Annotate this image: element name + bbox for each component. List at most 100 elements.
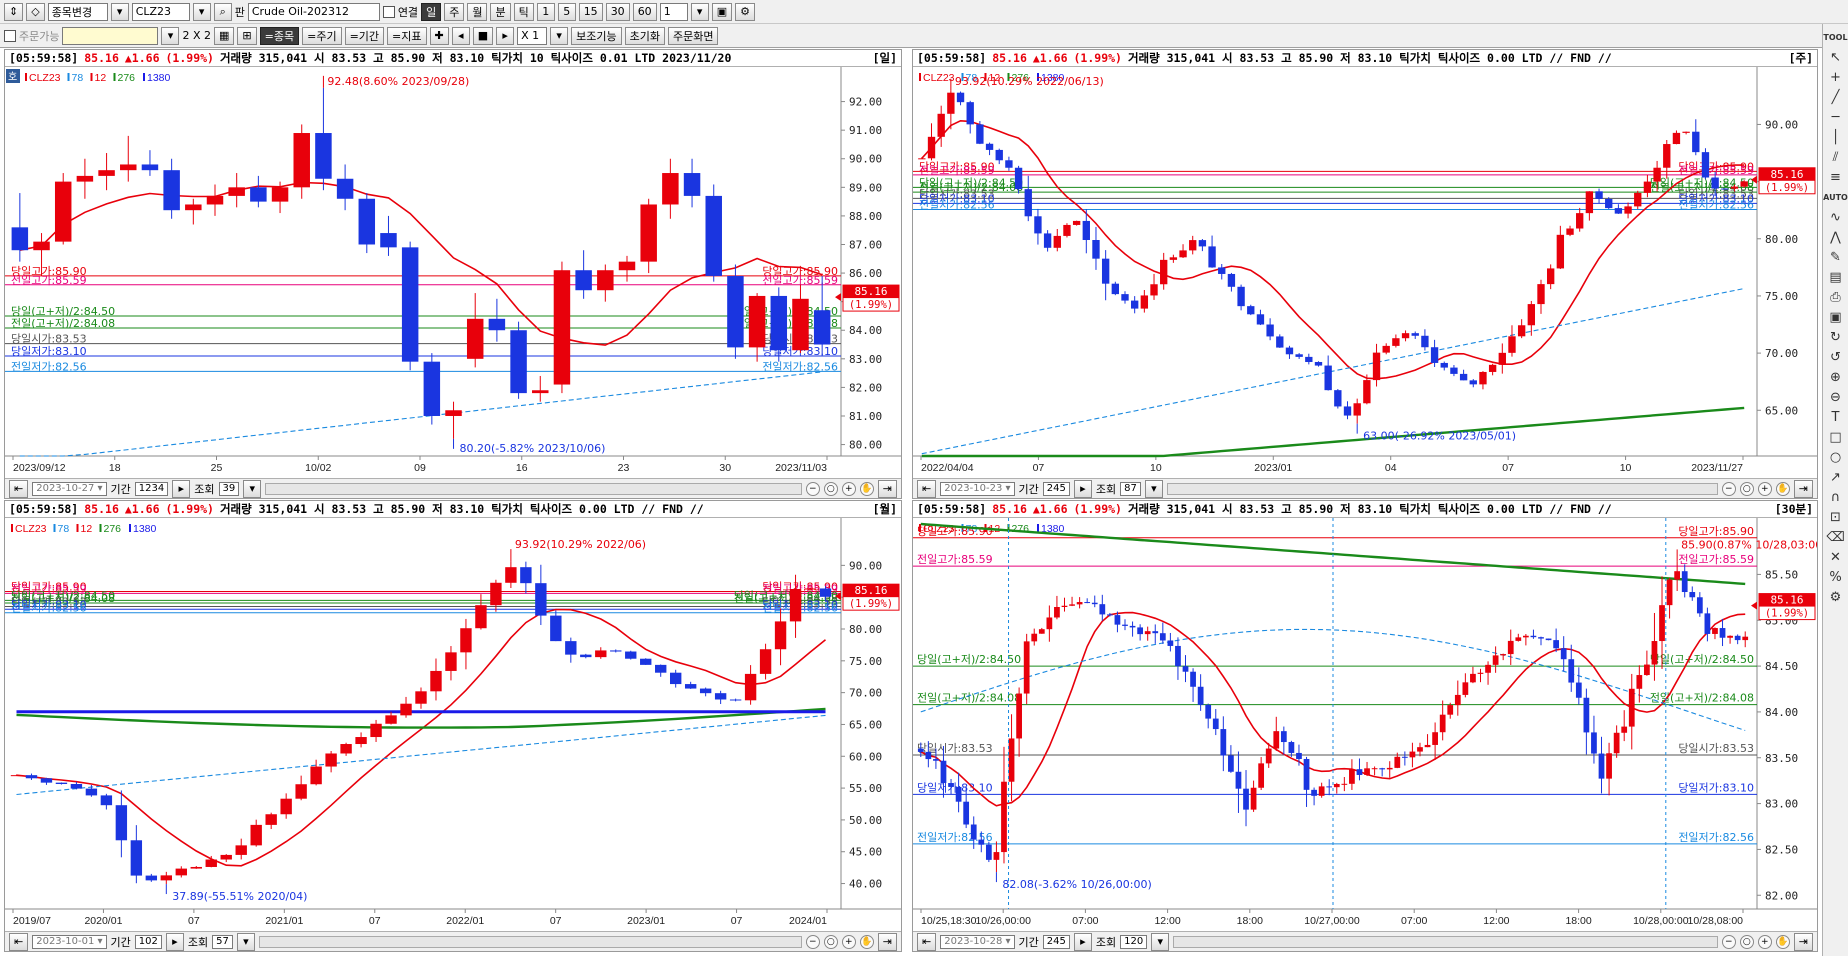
zoom-out-icon[interactable]: − bbox=[1721, 934, 1736, 949]
chart-icon[interactable]: ▤ bbox=[1827, 268, 1845, 286]
chart-area[interactable]: CLZ237812276138090.0085.0080.0075.0070.0… bbox=[913, 67, 1817, 478]
period-tick-button[interactable]: 틱 bbox=[513, 2, 534, 21]
date-select[interactable]: 2023-10-23 ▾ bbox=[940, 481, 1015, 496]
arrow-icon[interactable]: ↗ bbox=[1827, 468, 1845, 486]
mode-dropdown-icon[interactable]: ▾ bbox=[110, 2, 129, 21]
interval-60-button[interactable]: 60 bbox=[632, 2, 657, 21]
zoom-out-icon[interactable]: − bbox=[805, 481, 820, 496]
zoom-in-icon[interactable]: ⊕ bbox=[1827, 368, 1845, 386]
capture-icon[interactable]: ▣ bbox=[1827, 308, 1845, 326]
refresh-icon[interactable]: ↻ bbox=[1827, 328, 1845, 346]
horizontal-scrollbar[interactable] bbox=[265, 482, 802, 495]
zoom-in-icon[interactable]: + bbox=[1757, 934, 1772, 949]
view-dropdown-icon[interactable]: ▾ bbox=[1144, 479, 1163, 498]
interval-30-button[interactable]: 30 bbox=[605, 2, 630, 21]
reset-button[interactable]: 초기화 bbox=[624, 26, 665, 45]
chart-area[interactable]: 호 CLZ23 78 12 276 1380 92.00 91.00 90.00 89.00 88.… bbox=[5, 67, 901, 478]
period-minute-button[interactable]: 분 bbox=[490, 2, 511, 21]
vertical-line-icon[interactable]: │ bbox=[1827, 128, 1845, 146]
link-checkbox[interactable] bbox=[382, 5, 395, 18]
zoom-in-icon[interactable]: + bbox=[841, 481, 856, 496]
period-day-button[interactable]: 일 bbox=[421, 2, 442, 21]
date-select[interactable]: 2023-10-01 ▾ bbox=[32, 934, 107, 949]
hand-icon[interactable]: ✋ bbox=[859, 481, 874, 496]
period-count-input[interactable]: 102 bbox=[134, 934, 162, 949]
search-icon[interactable]: ⌕ bbox=[213, 2, 232, 21]
view-dropdown-icon[interactable]: ▾ bbox=[1151, 932, 1170, 951]
interval-input[interactable]: 1 bbox=[659, 2, 688, 21]
pencil-icon[interactable]: ✎ bbox=[1827, 248, 1845, 266]
layout-toggle-icon[interactable]: ⊞ bbox=[237, 26, 257, 45]
nav-arrows-button[interactable]: ⇕ bbox=[4, 2, 24, 21]
interval-15-button[interactable]: 15 bbox=[578, 2, 603, 21]
hand-icon[interactable]: ✋ bbox=[1775, 934, 1790, 949]
eraser-icon[interactable]: ⌫ bbox=[1826, 528, 1844, 546]
view-count-input[interactable]: 87 bbox=[1120, 481, 1141, 496]
account-dropdown-icon[interactable]: ▾ bbox=[161, 26, 180, 45]
scroll-left-icon[interactable]: ⇤ bbox=[917, 932, 937, 951]
scroll-left-icon[interactable]: ⇤ bbox=[917, 479, 937, 498]
lock-icon[interactable]: ⊡ bbox=[1827, 508, 1845, 526]
sync-cycle-button[interactable]: =주기 bbox=[302, 26, 342, 45]
horizontal-scrollbar[interactable] bbox=[1173, 935, 1718, 948]
multiplier-dropdown-icon[interactable]: ▾ bbox=[550, 26, 569, 45]
period-month-button[interactable]: 월 bbox=[467, 2, 488, 21]
delete-icon[interactable]: ✕ bbox=[1827, 548, 1845, 566]
query-icon[interactable]: ▸ bbox=[172, 479, 191, 498]
rectangle-icon[interactable]: □ bbox=[1827, 428, 1845, 446]
scroll-right-icon[interactable]: ⇥ bbox=[1793, 932, 1813, 951]
view-count-input[interactable]: 120 bbox=[1120, 934, 1148, 949]
reset-zoom-icon[interactable]: ○ bbox=[823, 934, 838, 949]
chart-area[interactable]: CLZ23 78 12 276 1380 85.50 85.00 84.50 84.00 83.5… bbox=[913, 518, 1817, 931]
date-select[interactable]: 2023-10-28 ▾ bbox=[940, 934, 1015, 949]
ellipse-icon[interactable]: ○ bbox=[1827, 448, 1845, 466]
sync-period-button[interactable]: =기간 bbox=[344, 26, 385, 45]
trendline-icon[interactable]: ╱ bbox=[1827, 88, 1845, 106]
date-select[interactable]: 2023-10-27 ▾ bbox=[32, 481, 107, 496]
hand-icon[interactable]: ✋ bbox=[1775, 481, 1790, 496]
scroll-right-icon[interactable]: ⇥ bbox=[877, 479, 897, 498]
settings-icon[interactable]: ⚙ bbox=[1827, 588, 1845, 606]
interval-1-button[interactable]: 1 bbox=[536, 2, 555, 21]
view-dropdown-icon[interactable]: ▾ bbox=[236, 932, 255, 951]
zoom-out-icon[interactable]: ⊖ bbox=[1827, 388, 1845, 406]
crosshair-icon[interactable]: + bbox=[1827, 68, 1845, 86]
order-checkbox[interactable] bbox=[4, 29, 16, 42]
cursor-icon[interactable]: ↖ bbox=[1827, 48, 1845, 66]
chart-svg[interactable]: CLZ237812276138090.0085.0080.0075.0070.0… bbox=[5, 518, 901, 931]
chart-area[interactable]: CLZ237812276138090.0085.0080.0075.0070.0… bbox=[5, 518, 901, 931]
auto-label[interactable]: AUTO bbox=[1823, 188, 1848, 206]
interval-5-button[interactable]: 5 bbox=[557, 2, 576, 21]
crosshair-icon[interactable]: ✚ bbox=[429, 26, 449, 45]
query-icon[interactable]: ▸ bbox=[1073, 932, 1092, 951]
order-screen-button[interactable]: 주문화면 bbox=[668, 26, 719, 45]
period-count-input[interactable]: 245 bbox=[1042, 934, 1070, 949]
gear-icon[interactable]: ⚙ bbox=[735, 2, 755, 21]
account-select[interactable] bbox=[62, 26, 159, 45]
aux-function-button[interactable]: 보조기능 bbox=[571, 26, 622, 45]
reset-zoom-icon[interactable]: ○ bbox=[1739, 934, 1754, 949]
sync-indicator-button[interactable]: =지표 bbox=[387, 26, 427, 45]
print-icon[interactable]: ⎙ bbox=[1827, 288, 1845, 306]
text-icon[interactable]: T bbox=[1827, 408, 1845, 426]
multiplier-select[interactable]: X 1 bbox=[517, 26, 548, 45]
period-week-button[interactable]: 주 bbox=[444, 2, 465, 21]
scroll-right-icon[interactable]: ⇥ bbox=[1793, 479, 1813, 498]
scroll-left-icon[interactable]: ⇤ bbox=[9, 932, 29, 951]
hand-icon[interactable]: ✋ bbox=[859, 934, 874, 949]
horizontal-scrollbar[interactable] bbox=[1166, 482, 1718, 495]
zoom-out-icon[interactable]: − bbox=[1721, 481, 1736, 496]
period-count-input[interactable]: 1234 bbox=[134, 481, 169, 496]
channel-icon[interactable]: ⫽ bbox=[1827, 148, 1845, 166]
chart-svg[interactable]: CLZ23 78 12 276 138085.5085.0084.5084.0083.5… bbox=[913, 518, 1817, 931]
prev-icon[interactable]: ◂ bbox=[451, 26, 470, 45]
fibonacci-icon[interactable]: ≡ bbox=[1827, 168, 1845, 186]
sync-symbol-button[interactable]: =종목 bbox=[259, 26, 300, 45]
view-dropdown-icon[interactable]: ▾ bbox=[243, 479, 262, 498]
wave-icon[interactable]: ∿ bbox=[1827, 208, 1845, 226]
up-down-button[interactable]: ◇ bbox=[26, 2, 45, 21]
mode-select[interactable]: 종목변경 bbox=[47, 2, 108, 21]
grid-layout-icon[interactable]: ▦ bbox=[214, 26, 235, 45]
query-icon[interactable]: ▸ bbox=[165, 932, 184, 951]
view-count-input[interactable]: 39 bbox=[218, 481, 240, 496]
